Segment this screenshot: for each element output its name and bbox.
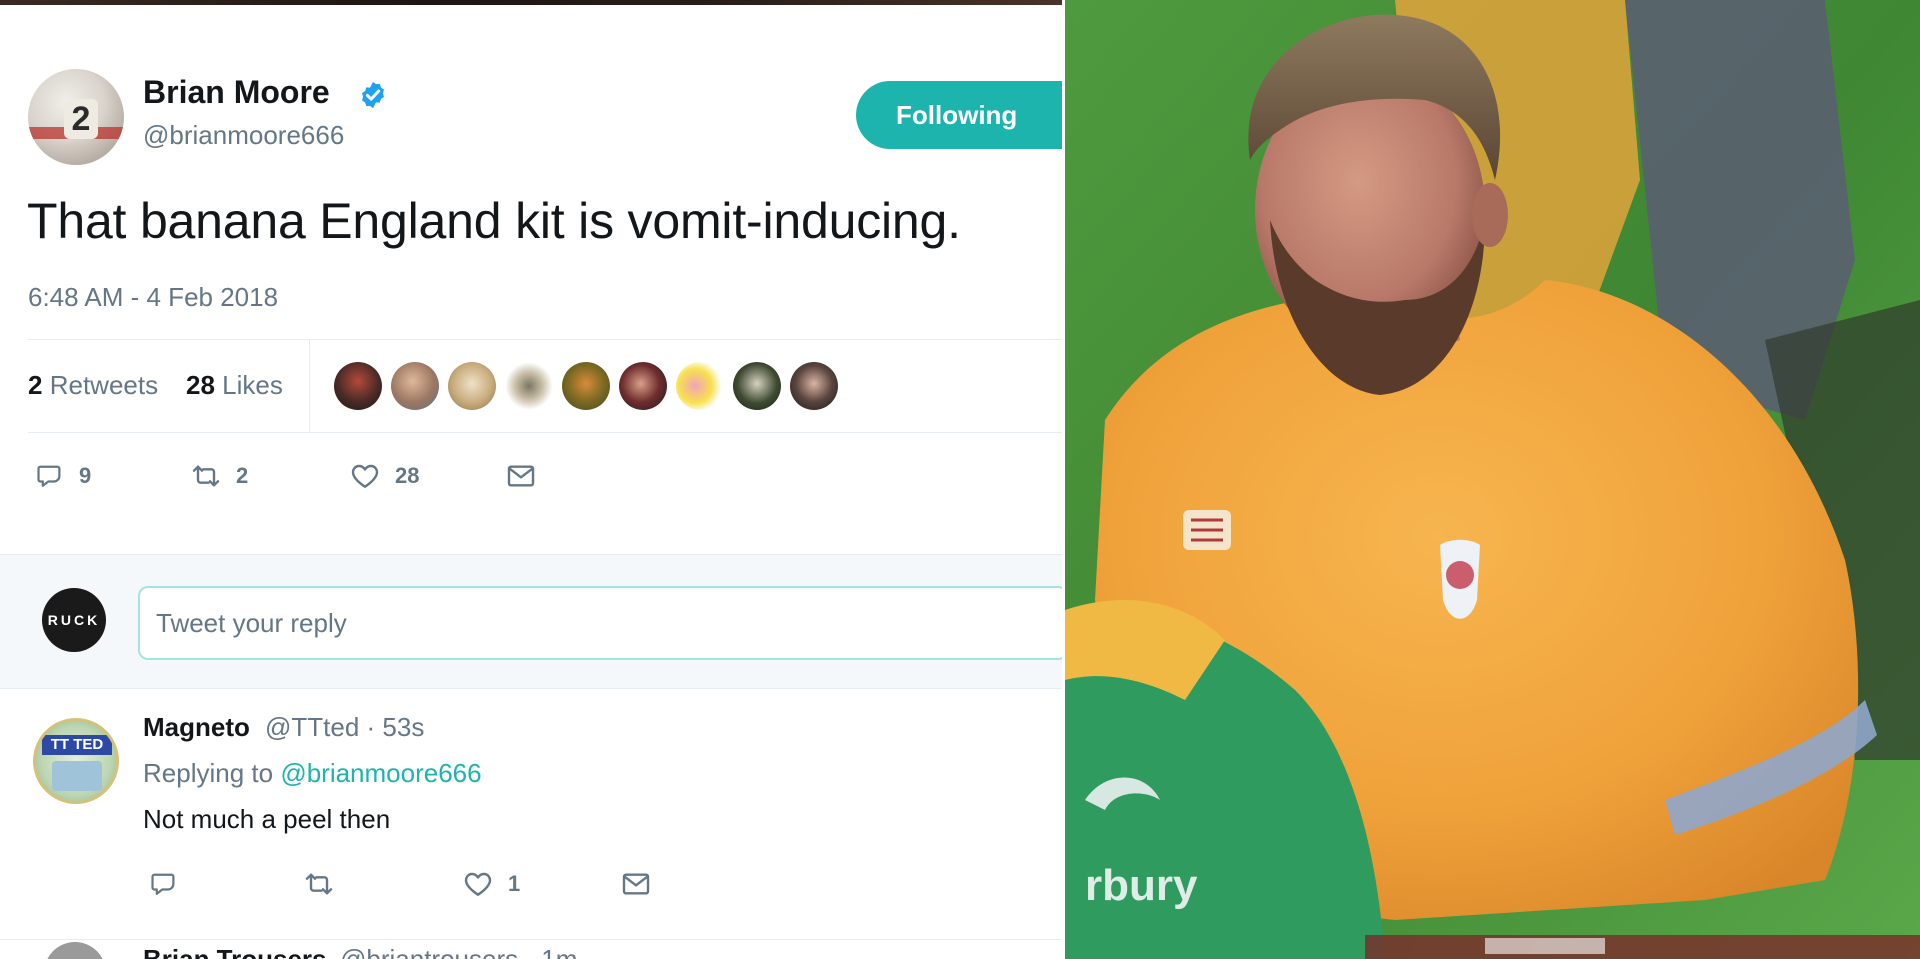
- retweet-icon: [305, 873, 333, 895]
- stats-divider: [309, 340, 310, 432]
- current-user-avatar[interactable]: RUCK: [42, 588, 106, 652]
- retweet-action[interactable]: 2: [190, 460, 248, 492]
- liker-avatar[interactable]: [334, 362, 382, 410]
- reply-text: Not much a peel then: [143, 804, 391, 834]
- liker-avatar[interactable]: [790, 362, 838, 410]
- retweet-count: 2: [236, 463, 249, 488]
- avatar-jersey-number: 2: [64, 99, 98, 139]
- reply-author-name[interactable]: Magneto: [143, 712, 250, 743]
- svg-text:rbury: rbury: [1085, 861, 1198, 910]
- reply-action[interactable]: [147, 868, 179, 900]
- likes-stat[interactable]: 28 Likes: [186, 370, 283, 401]
- tweet-text: That banana England kit is vomit-inducin…: [27, 193, 961, 249]
- reply-count: 9: [79, 463, 92, 488]
- liker-avatar[interactable]: [562, 362, 610, 410]
- envelope-icon: [622, 873, 650, 895]
- avatar-map-graphic: [52, 761, 102, 791]
- reply-tweet[interactable]: TT TED Magneto @TTted · 53s Replying to …: [0, 690, 1062, 940]
- author-name[interactable]: Brian Moore: [143, 74, 330, 111]
- reply-icon: [151, 873, 175, 895]
- retweets-stat[interactable]: 2 Retweets: [28, 370, 158, 401]
- liker-avatar[interactable]: [505, 362, 553, 410]
- reply-author-name[interactable]: Brian Trousers: [143, 944, 327, 959]
- divider: [28, 432, 1062, 433]
- verified-badge-icon: [362, 81, 384, 109]
- author-handle[interactable]: @brianmoore666: [143, 120, 344, 151]
- tweet-reply-input[interactable]: [138, 586, 1062, 660]
- likes-count: 28: [186, 370, 215, 400]
- liker-avatar[interactable]: [676, 362, 724, 410]
- envelope-icon: [507, 465, 535, 487]
- divider: [28, 339, 1062, 340]
- replying-to-mention[interactable]: @brianmoore666: [280, 758, 481, 788]
- reply-author-handle-time[interactable]: @TTted · 53s: [265, 712, 424, 743]
- retweet-icon: [192, 465, 220, 487]
- retweets-label: Retweets: [49, 370, 159, 400]
- liker-avatar[interactable]: [619, 362, 667, 410]
- heart-icon: [464, 872, 492, 896]
- direct-message-action[interactable]: [620, 868, 652, 900]
- retweet-action[interactable]: [303, 868, 349, 900]
- author-avatar[interactable]: 2: [28, 69, 124, 165]
- replying-to-prefix: Replying to: [143, 758, 274, 788]
- reply-tweet-partial[interactable]: Brian Trousers @briantrousers · 1m: [0, 940, 1062, 959]
- liker-avatar[interactable]: [448, 362, 496, 410]
- avatar-label: TT TED: [42, 735, 112, 755]
- reply-author-avatar[interactable]: [44, 942, 106, 959]
- retweets-count: 2: [28, 370, 43, 400]
- likers-avatars: [334, 362, 838, 410]
- following-button[interactable]: Following: [856, 81, 1062, 149]
- top-image-strip: [0, 0, 1062, 5]
- like-action[interactable]: 1: [462, 868, 520, 900]
- liker-avatar[interactable]: [391, 362, 439, 410]
- tweet-panel: 2 Brian Moore @brianmoore666 Following T…: [0, 0, 1062, 959]
- reply-composer: RUCK: [0, 554, 1062, 689]
- reply-author-avatar[interactable]: TT TED: [33, 718, 119, 804]
- like-count: 28: [395, 463, 420, 488]
- reply-action[interactable]: 9: [33, 460, 91, 492]
- likes-label: Likes: [222, 370, 283, 400]
- replying-to: Replying to @brianmoore666: [143, 758, 482, 789]
- reply-icon: [37, 465, 61, 487]
- liker-avatar[interactable]: [733, 362, 781, 410]
- like-count: 1: [508, 871, 521, 896]
- heart-icon: [351, 464, 379, 488]
- rugby-player-photo: rbury: [1065, 0, 1920, 959]
- reply-author-handle-time[interactable]: @briantrousers · 1m: [340, 944, 577, 959]
- direct-message-action[interactable]: [505, 460, 537, 492]
- like-action[interactable]: 28: [349, 460, 419, 492]
- tweet-timestamp[interactable]: 6:48 AM - 4 Feb 2018: [28, 282, 278, 313]
